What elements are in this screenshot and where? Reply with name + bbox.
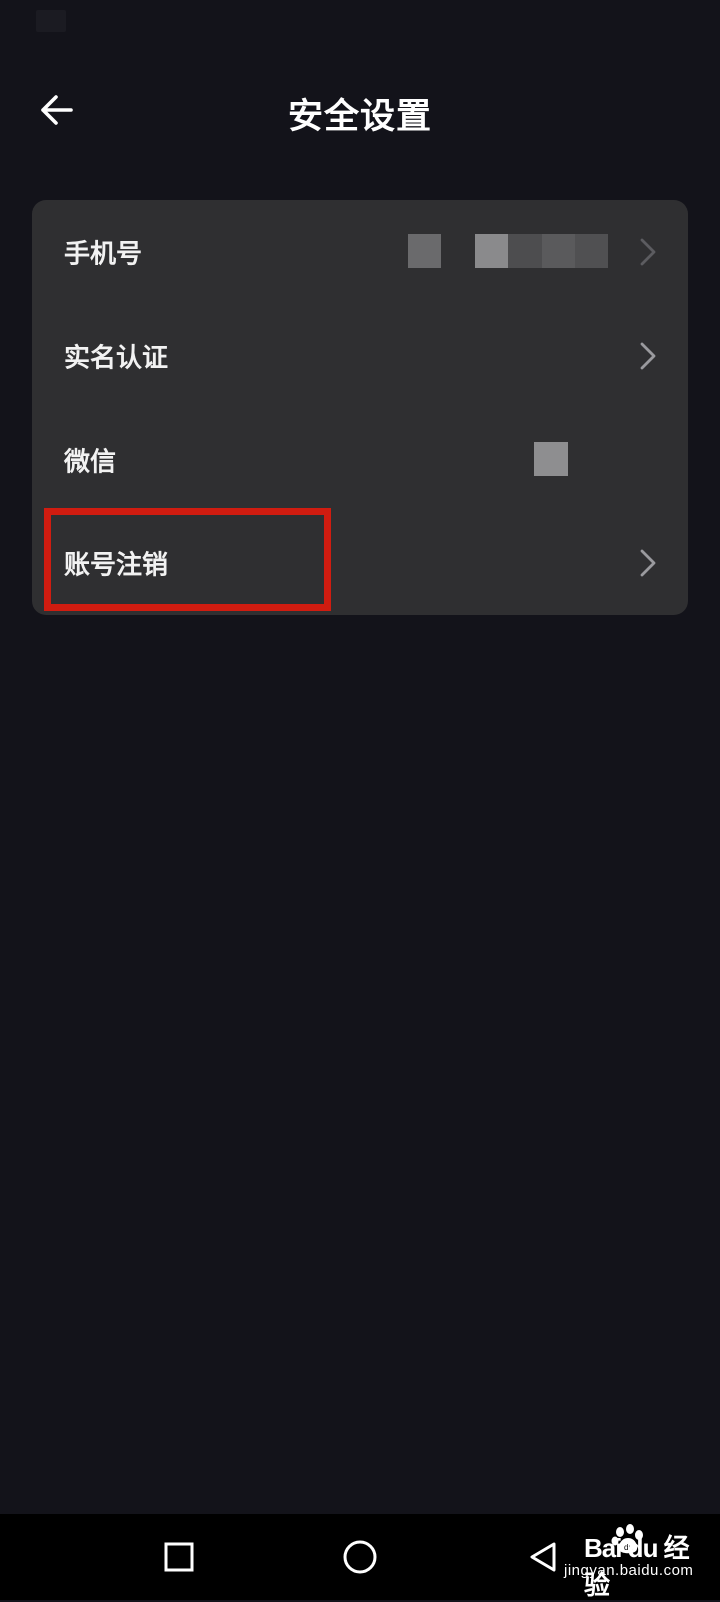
system-navigation-bar [0, 1514, 720, 1600]
settings-row-label: 实名认证 [64, 343, 169, 374]
settings-row-account-deletion[interactable]: 账号注销 [32, 511, 688, 615]
settings-card: 手机号 实名认证 微信 账号注销 [32, 200, 688, 615]
settings-row-label: 微信 [64, 447, 117, 478]
chevron-right-icon [640, 238, 656, 266]
recents-button[interactable] [156, 1534, 202, 1580]
settings-row-label: 账号注销 [64, 550, 169, 581]
settings-row-phone[interactable]: 手机号 [32, 200, 688, 304]
settings-row-wechat[interactable]: 微信 [32, 408, 688, 512]
home-button[interactable] [337, 1534, 383, 1580]
chevron-right-icon [640, 342, 656, 370]
circle-icon [343, 1540, 377, 1574]
settings-row-real-name[interactable]: 实名认证 [32, 304, 688, 408]
triangle-back-icon [530, 1542, 556, 1572]
system-back-button[interactable] [520, 1534, 566, 1580]
chevron-right-icon [640, 549, 656, 577]
square-icon [164, 1542, 194, 1572]
redacted-wechat-value [534, 442, 568, 476]
status-bar-icon [36, 10, 66, 32]
redacted-phone-value [408, 234, 608, 268]
settings-row-label: 手机号 [64, 239, 143, 270]
header: 安全设置 [0, 70, 720, 150]
page-title: 安全设置 [287, 97, 432, 137]
